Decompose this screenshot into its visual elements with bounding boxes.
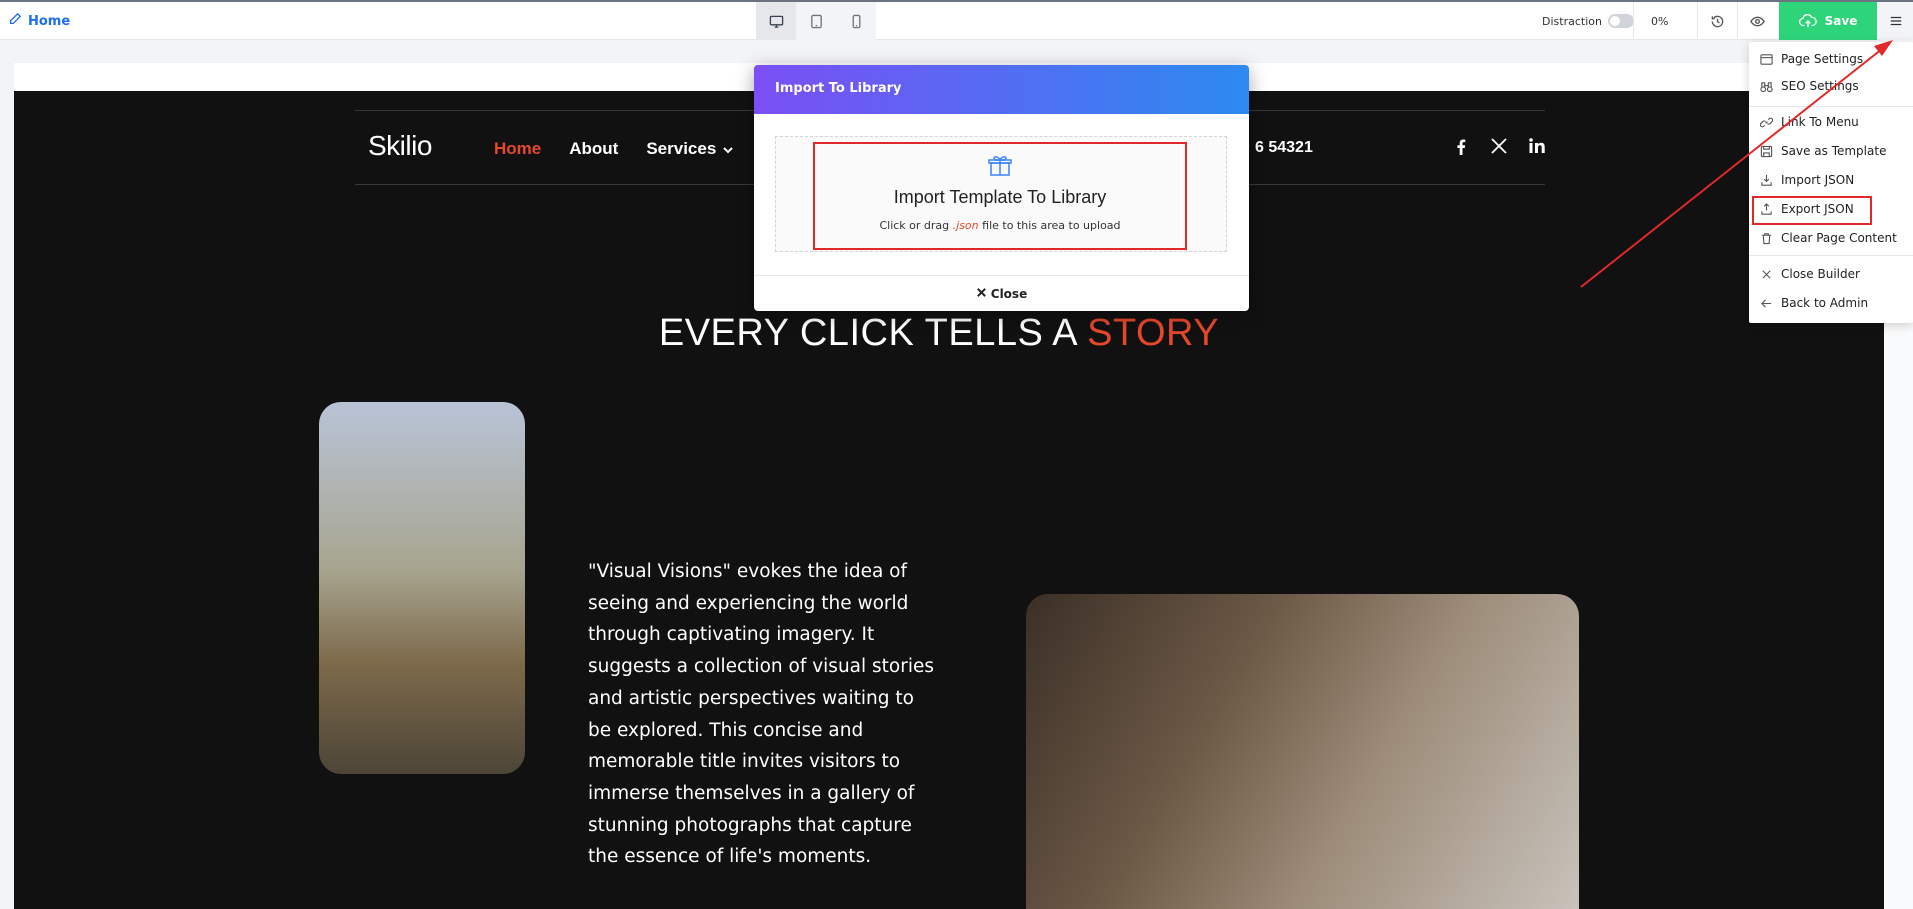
divider bbox=[1633, 2, 1634, 40]
menu-item-link-to-menu[interactable]: Link To Menu bbox=[1749, 110, 1913, 134]
menu-item-save-template[interactable]: Save as Template bbox=[1749, 139, 1913, 163]
eye-icon bbox=[1749, 16, 1765, 26]
desktop-view-button[interactable] bbox=[756, 2, 796, 40]
history-icon bbox=[1711, 15, 1723, 27]
site-logo[interactable]: Skilio bbox=[368, 130, 432, 162]
home-link[interactable]: Home bbox=[8, 12, 70, 30]
chevron-down-icon bbox=[716, 139, 734, 158]
menu-item-label: Page Settings bbox=[1781, 52, 1864, 66]
dropzone-hint-prefix: Click or drag bbox=[879, 219, 953, 232]
header-phone[interactable]: 6 54321 bbox=[1255, 139, 1313, 157]
history-button[interactable] bbox=[1697, 2, 1737, 40]
nav-item-about[interactable]: About bbox=[569, 139, 618, 159]
upload-dropzone-highlight[interactable]: Import Template To Library Click or drag… bbox=[813, 142, 1187, 250]
tablet-icon bbox=[810, 14, 822, 28]
menu-item-back-to-admin[interactable]: Back to Admin bbox=[1749, 291, 1913, 315]
hero-heading-accent: STORY bbox=[1087, 312, 1220, 354]
dropzone-hint-ext: .json bbox=[952, 219, 979, 232]
hamburger-icon bbox=[1890, 16, 1902, 26]
save-button[interactable]: Save bbox=[1779, 2, 1877, 40]
menu-item-import-json[interactable]: Import JSON bbox=[1749, 168, 1913, 192]
menu-item-page-settings[interactable]: Page Settings bbox=[1749, 47, 1913, 71]
desktop-icon bbox=[769, 15, 783, 28]
link-icon bbox=[1760, 117, 1773, 127]
trash-icon bbox=[1761, 232, 1772, 244]
menu-button[interactable] bbox=[1879, 2, 1913, 40]
binoculars-icon bbox=[1760, 81, 1773, 92]
export-json-highlight bbox=[1752, 196, 1872, 225]
nav-item-services-label: Services bbox=[646, 139, 717, 158]
menu-item-seo-settings[interactable]: SEO Settings bbox=[1749, 74, 1913, 98]
dropzone-hint: Click or drag .json file to this area to… bbox=[815, 219, 1185, 232]
builder-menu-dropdown: Page Settings SEO Settings Link To Menu … bbox=[1749, 42, 1913, 323]
menu-item-label: Close Builder bbox=[1781, 267, 1860, 281]
layout-icon bbox=[1760, 53, 1773, 65]
preview-button[interactable] bbox=[1737, 2, 1777, 40]
home-label: Home bbox=[28, 13, 71, 29]
hero-heading-text: EVERY CLICK TELLS A bbox=[658, 312, 1088, 354]
social-links bbox=[1451, 136, 1547, 160]
menu-item-label: Back to Admin bbox=[1781, 296, 1869, 310]
menu-divider bbox=[1749, 255, 1913, 256]
facebook-icon[interactable] bbox=[1451, 136, 1471, 160]
distraction-label: Distraction bbox=[1542, 14, 1602, 28]
toggle-switch[interactable] bbox=[1607, 14, 1634, 28]
distraction-toggle[interactable]: Distraction bbox=[1542, 14, 1634, 28]
tablet-view-button[interactable] bbox=[796, 2, 836, 40]
editor-image bbox=[1026, 594, 1579, 909]
upload-dropzone[interactable]: Import Template To Library Click or drag… bbox=[775, 136, 1227, 252]
site-nav: Home About Services bbox=[494, 139, 734, 159]
modal-close-button[interactable]: Close bbox=[754, 275, 1249, 311]
arrow-left-icon bbox=[1761, 298, 1772, 308]
menu-item-label: SEO Settings bbox=[1781, 79, 1859, 93]
menu-item-label: Link To Menu bbox=[1781, 115, 1859, 129]
mobile-icon bbox=[852, 14, 860, 28]
linkedin-icon[interactable] bbox=[1527, 136, 1547, 160]
import-icon bbox=[1761, 174, 1772, 186]
close-label: Close bbox=[990, 286, 1028, 301]
mobile-view-button[interactable] bbox=[836, 2, 876, 40]
hero-heading: EVERY CLICK TELLS A STORY bbox=[14, 312, 1864, 355]
photographer-image bbox=[319, 402, 525, 774]
zoom-level: 0% bbox=[1651, 15, 1669, 28]
modal-title: Import To Library bbox=[754, 65, 1249, 114]
import-library-modal: Import To Library Import Template To Lib… bbox=[754, 65, 1249, 311]
dropzone-hint-suffix: file to this area to upload bbox=[978, 219, 1121, 232]
cloud-upload-icon bbox=[1798, 14, 1817, 28]
intro-paragraph: "Visual Visions" evokes the idea of seei… bbox=[588, 561, 934, 868]
menu-item-clear-page[interactable]: Clear Page Content bbox=[1749, 226, 1913, 250]
menu-item-label: Clear Page Content bbox=[1781, 231, 1897, 245]
save-icon bbox=[1760, 145, 1773, 157]
box-icon bbox=[815, 152, 1185, 184]
close-icon bbox=[1762, 269, 1771, 279]
pencil-icon bbox=[8, 12, 22, 30]
device-switcher bbox=[756, 2, 876, 40]
close-icon bbox=[976, 287, 987, 301]
menu-item-label: Import JSON bbox=[1781, 173, 1855, 187]
menu-item-label: Save as Template bbox=[1781, 144, 1887, 158]
builder-toolbar: Home Distraction 0% Save bbox=[0, 0, 1913, 40]
save-label: Save bbox=[1824, 14, 1858, 28]
dropzone-title: Import Template To Library bbox=[893, 187, 1107, 207]
nav-item-services[interactable]: Services bbox=[646, 139, 734, 159]
menu-divider bbox=[1749, 106, 1913, 107]
menu-item-close-builder[interactable]: Close Builder bbox=[1749, 262, 1913, 286]
x-twitter-icon[interactable] bbox=[1489, 136, 1509, 160]
nav-item-home[interactable]: Home bbox=[494, 139, 541, 159]
